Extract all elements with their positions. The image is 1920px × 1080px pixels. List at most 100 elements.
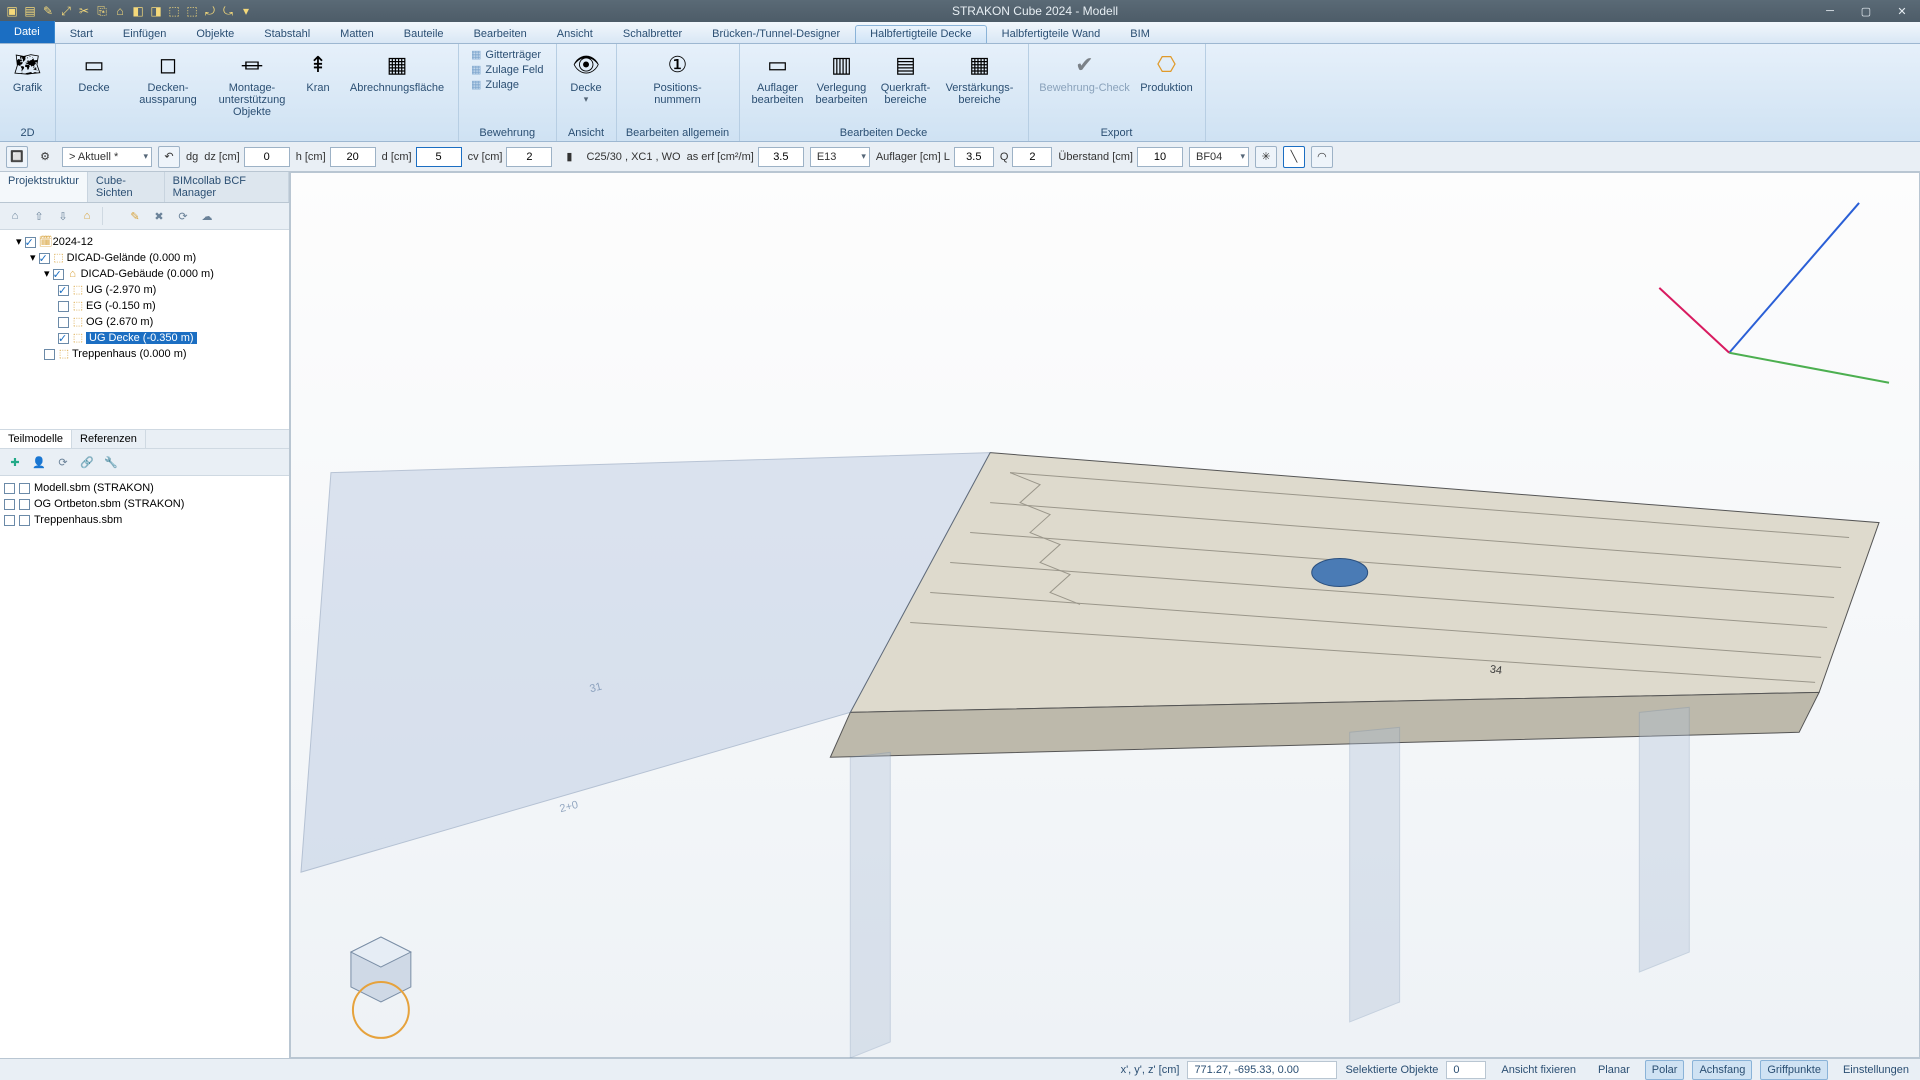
- tab-einfuegen[interactable]: Einfügen: [108, 25, 181, 43]
- close-button[interactable]: ✕: [1884, 0, 1920, 22]
- tab-bcf-manager[interactable]: BIMcollab BCF Manager: [165, 172, 289, 202]
- qat-icon[interactable]: ⬚: [184, 3, 200, 19]
- tree-gebaeude[interactable]: DICAD-Gebäude (0.000 m): [81, 268, 214, 280]
- line-mode-icon[interactable]: ╲: [1283, 146, 1305, 168]
- qat-icon[interactable]: ▾: [238, 3, 254, 19]
- tab-ansicht[interactable]: Ansicht: [542, 25, 608, 43]
- person-add-icon[interactable]: 👤: [30, 453, 48, 471]
- qat-icon[interactable]: ⬚: [166, 3, 182, 19]
- tab-start[interactable]: Start: [55, 25, 108, 43]
- auflager-l-input[interactable]: [954, 147, 994, 167]
- up-icon[interactable]: ⇧: [30, 207, 48, 225]
- down-icon[interactable]: ⇩: [54, 207, 72, 225]
- qat-icon[interactable]: ⎘: [94, 3, 110, 19]
- btn-ansicht-decke[interactable]: 👁Decke▾: [563, 46, 610, 126]
- home2-icon[interactable]: ⌂: [78, 207, 96, 225]
- qat-icon[interactable]: ▣: [4, 3, 20, 19]
- btn-auflager-bearbeiten[interactable]: ▭Auflager bearbeiten: [746, 46, 810, 126]
- bf-combo[interactable]: BF04: [1189, 147, 1249, 167]
- btn-kran[interactable]: ⇞Kran: [294, 46, 342, 126]
- maximize-button[interactable]: ▢: [1848, 0, 1884, 22]
- btn-abrechnungsflaeche[interactable]: ▦Abrechnungsfläche: [342, 46, 452, 126]
- aktuell-combo[interactable]: > Aktuell *: [62, 147, 152, 167]
- d-input[interactable]: [416, 147, 462, 167]
- qat-icon[interactable]: ◧: [130, 3, 146, 19]
- tab-bim[interactable]: BIM: [1115, 25, 1165, 43]
- qat-icon[interactable]: ⤾: [202, 3, 218, 19]
- btn-planar[interactable]: Planar: [1591, 1060, 1637, 1080]
- model-item[interactable]: OG Ortbeton.sbm (STRAKON): [34, 496, 184, 512]
- tree-og[interactable]: OG (2.670 m): [86, 316, 153, 328]
- tree-eg[interactable]: EG (-0.150 m): [86, 300, 156, 312]
- btn-verlegung-bearbeiten[interactable]: ▥Verlegung bearbeiten: [810, 46, 874, 126]
- delete-icon[interactable]: ✖: [150, 207, 168, 225]
- tab-bearbeiten[interactable]: Bearbeiten: [459, 25, 542, 43]
- refresh-icon[interactable]: ⟳: [174, 207, 192, 225]
- q-input[interactable]: [1012, 147, 1052, 167]
- btn-gittertraeger[interactable]: Gitterträger: [471, 48, 544, 61]
- dz-input[interactable]: [244, 147, 290, 167]
- qat-icon[interactable]: ⤢: [58, 3, 74, 19]
- btn-verstaerkungsbereiche[interactable]: ▦Verstärkungs- bereiche: [938, 46, 1022, 126]
- btn-achsfang[interactable]: Achsfang: [1692, 1060, 1752, 1080]
- btn-griffpunkte[interactable]: Griffpunkte: [1760, 1060, 1828, 1080]
- qat-icon[interactable]: ✎: [40, 3, 56, 19]
- tree-ugdecke[interactable]: UG Decke (-0.350 m): [86, 332, 197, 344]
- add-icon[interactable]: ✚: [6, 453, 24, 471]
- 3d-viewport[interactable]: 34 31 2+0: [290, 172, 1920, 1058]
- minimize-button[interactable]: ─: [1812, 0, 1848, 22]
- tab-bruecken[interactable]: Brücken-/Tunnel-Designer: [697, 25, 855, 43]
- rebar-combo[interactable]: E13: [810, 147, 870, 167]
- tab-projektstruktur[interactable]: Projektstruktur: [0, 172, 88, 202]
- qat-icon[interactable]: ✂: [76, 3, 92, 19]
- btn-produktion[interactable]: ⎔Produktion: [1135, 46, 1199, 126]
- btn-querkraftbereiche[interactable]: ▤Querkraft- bereiche: [874, 46, 938, 126]
- qat-icon[interactable]: ◨: [148, 3, 164, 19]
- tab-halbfertigteile-wand[interactable]: Halbfertigteile Wand: [987, 25, 1116, 43]
- undo-icon[interactable]: ↶: [158, 146, 180, 168]
- model-item[interactable]: Treppenhaus.sbm: [34, 512, 122, 528]
- tab-bauteile[interactable]: Bauteile: [389, 25, 459, 43]
- btn-montage[interactable]: ⏛Montage- unterstützung Objekte: [210, 46, 294, 126]
- tab-referenzen[interactable]: Referenzen: [72, 430, 146, 448]
- btn-polar[interactable]: Polar: [1645, 1060, 1685, 1080]
- btn-einstellungen[interactable]: Einstellungen: [1836, 1060, 1916, 1080]
- cloud-icon[interactable]: ☁: [198, 207, 216, 225]
- ueberstand-input[interactable]: [1137, 147, 1183, 167]
- aserf-input[interactable]: [758, 147, 804, 167]
- tree-root[interactable]: 2024-12: [53, 236, 93, 248]
- arc-mode-icon[interactable]: ◠: [1311, 146, 1333, 168]
- project-tree[interactable]: ▾ 🗓2024-12 ▾ ⬚DICAD-Gelände (0.000 m) ▾ …: [0, 230, 289, 430]
- qat-icon[interactable]: ⌂: [112, 3, 128, 19]
- cv-input[interactable]: [506, 147, 552, 167]
- home-icon[interactable]: ⌂: [6, 207, 24, 225]
- tree-treppe[interactable]: Treppenhaus (0.000 m): [72, 348, 187, 360]
- model-item[interactable]: Modell.sbm (STRAKON): [34, 480, 154, 496]
- edit-icon[interactable]: ✎: [126, 207, 144, 225]
- link-icon[interactable]: 🔗: [78, 453, 96, 471]
- tree-ug[interactable]: UG (-2.970 m): [86, 284, 156, 296]
- tool-icon[interactable]: 🔧: [102, 453, 120, 471]
- concrete-icon[interactable]: ▮: [558, 146, 580, 168]
- tab-halbfertigteile-decke[interactable]: Halbfertigteile Decke: [855, 25, 987, 43]
- btn-grafik[interactable]: 🗺Grafik: [6, 46, 49, 126]
- tab-objekte[interactable]: Objekte: [181, 25, 249, 43]
- btn-zulage[interactable]: Zulage: [471, 78, 544, 91]
- qat-icon[interactable]: ▤: [22, 3, 38, 19]
- tab-matten[interactable]: Matten: [325, 25, 389, 43]
- tree-gelaende[interactable]: DICAD-Gelände (0.000 m): [67, 252, 197, 264]
- btn-bewehrung-check[interactable]: ✔Bewehrung-Check: [1035, 46, 1135, 126]
- tab-cube-sichten[interactable]: Cube-Sichten: [88, 172, 165, 202]
- extra-icon[interactable]: ✳: [1255, 146, 1277, 168]
- btn-positionsnummern[interactable]: ①Positions- nummern: [623, 46, 733, 126]
- tab-stabstahl[interactable]: Stabstahl: [249, 25, 325, 43]
- qat-icon[interactable]: ⤿: [220, 3, 236, 19]
- h-input[interactable]: [330, 147, 376, 167]
- tab-schalbretter[interactable]: Schalbretter: [608, 25, 697, 43]
- tab-teilmodelle[interactable]: Teilmodelle: [0, 430, 72, 448]
- filter-toggle-icon[interactable]: 🔲: [6, 146, 28, 168]
- btn-ansicht-fixieren[interactable]: Ansicht fixieren: [1494, 1060, 1583, 1080]
- btn-deckenaussparung[interactable]: ◻Decken- aussparung: [126, 46, 210, 126]
- file-menu[interactable]: Datei: [0, 21, 55, 43]
- btn-zulage-feld[interactable]: Zulage Feld: [471, 63, 544, 76]
